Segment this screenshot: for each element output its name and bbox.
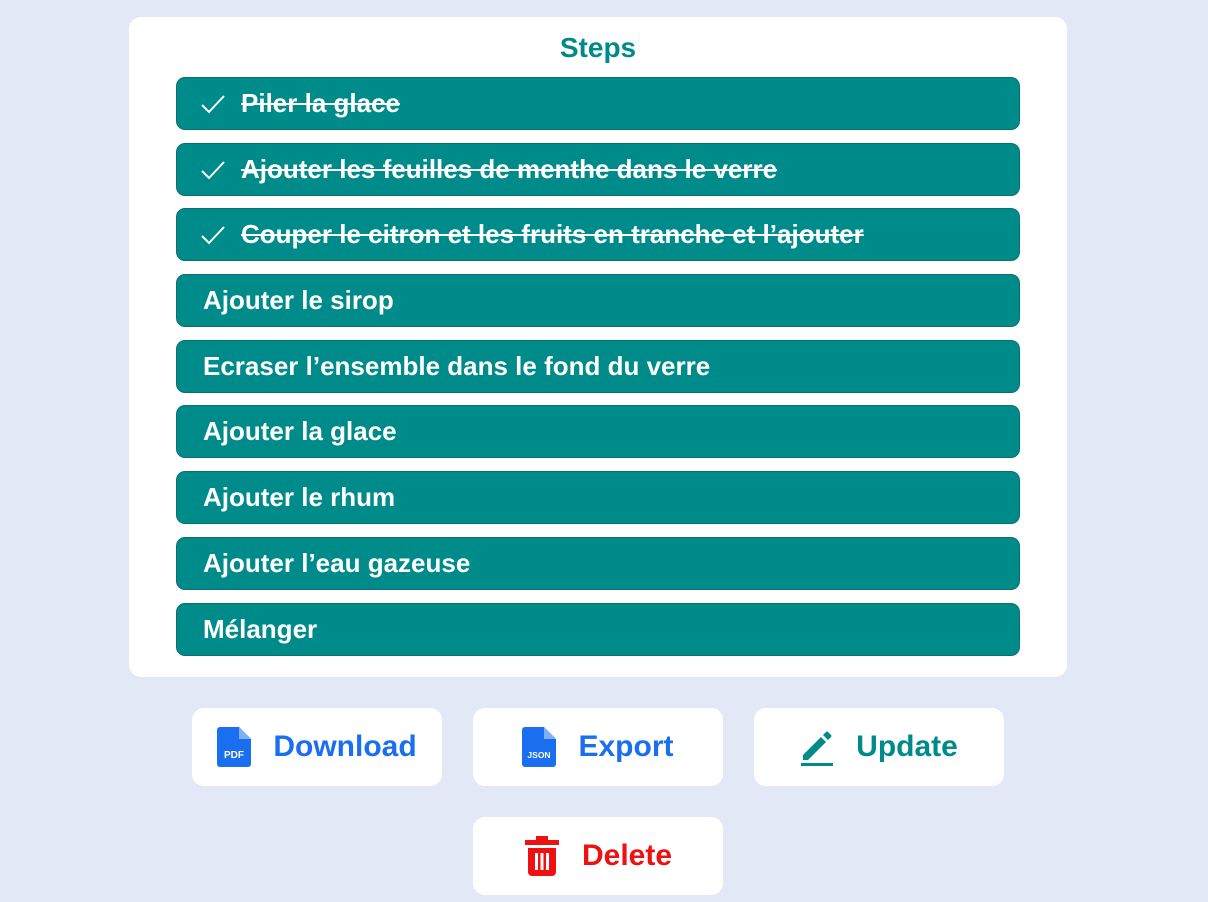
json-file-icon: JSON <box>522 727 557 767</box>
step-item[interactable]: Ajouter le sirop <box>176 274 1020 328</box>
download-button[interactable]: PDF Download <box>192 708 442 786</box>
update-button[interactable]: Update <box>754 708 1004 786</box>
step-item[interactable]: Ajouter le rhum <box>176 471 1020 525</box>
step-item[interactable]: Ajouter les feuilles de menthe dans le v… <box>176 142 1020 196</box>
step-label: Ajouter le sirop <box>203 285 394 316</box>
step-item[interactable]: Couper le citron et les fruits en tranch… <box>176 208 1020 262</box>
check-icon <box>201 226 225 245</box>
steps-list: Piler la glace Ajouter les feuilles de m… <box>176 77 1020 668</box>
check-icon <box>201 95 225 114</box>
delete-label: Delete <box>581 839 673 872</box>
step-label: Ecraser l’ensemble dans le fond du verre <box>203 350 711 381</box>
steps-card: Steps Piler la glace Ajouter les feuille… <box>129 17 1067 677</box>
export-button[interactable]: JSON Export <box>473 708 723 786</box>
pdf-icon-label: PDF <box>224 750 244 761</box>
delete-button[interactable]: Delete <box>473 817 723 895</box>
step-label: Ajouter l’eau gazeuse <box>203 547 471 578</box>
check-icon <box>201 161 225 180</box>
pencil-icon <box>801 731 834 766</box>
download-label: Download <box>273 730 417 763</box>
step-label: Ajouter la glace <box>203 416 397 447</box>
export-label: Export <box>578 730 674 763</box>
trash-icon <box>524 836 559 876</box>
step-item[interactable]: Ajouter l’eau gazeuse <box>176 536 1020 590</box>
pdf-file-icon: PDF <box>217 727 252 767</box>
step-item[interactable]: Mélanger <box>176 602 1020 656</box>
step-item[interactable]: Ajouter la glace <box>176 405 1020 459</box>
card-title: Steps <box>559 32 637 63</box>
step-item[interactable]: Ecraser l’ensemble dans le fond du verre <box>176 339 1020 393</box>
json-icon-label: JSON <box>528 750 551 760</box>
step-label: Ajouter le rhum <box>203 482 396 513</box>
step-label: Couper le citron et les fruits en tranch… <box>241 219 864 250</box>
update-label: Update <box>856 730 958 763</box>
step-label: Mélanger <box>203 613 318 644</box>
step-item[interactable]: Piler la glace <box>176 77 1020 130</box>
step-label: Piler la glace <box>241 88 400 118</box>
step-label: Ajouter les feuilles de menthe dans le v… <box>241 153 778 184</box>
